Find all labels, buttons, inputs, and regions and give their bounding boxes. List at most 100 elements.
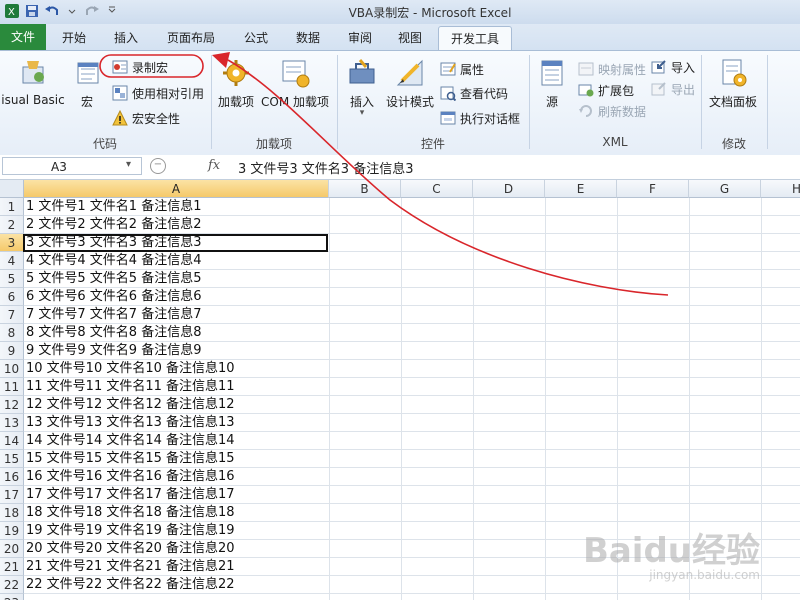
- cell-a[interactable]: 13 文件号13 文件名13 备注信息13: [24, 414, 329, 432]
- design-mode-button[interactable]: 设计模式: [384, 57, 436, 110]
- tab-home[interactable]: 开始: [52, 26, 96, 50]
- com-addins-button[interactable]: COM 加载项: [258, 57, 332, 110]
- row-header[interactable]: 3: [0, 234, 24, 252]
- tab-page-layout[interactable]: 页面布局: [160, 26, 222, 50]
- chevron-down-icon[interactable]: ▾: [126, 159, 131, 170]
- cell-a[interactable]: 18 文件号18 文件名18 备注信息18: [24, 504, 329, 522]
- column-header-c[interactable]: C: [401, 180, 473, 198]
- use-relative-references-button[interactable]: 使用相对引用: [112, 83, 204, 103]
- cell-a[interactable]: 8 文件号8 文件名8 备注信息8: [24, 324, 329, 342]
- name-box[interactable]: A3: [2, 157, 142, 175]
- column-header-h[interactable]: H: [761, 180, 800, 198]
- cell-a[interactable]: 2 文件号2 文件名2 备注信息2: [24, 216, 329, 234]
- row-header[interactable]: 16: [0, 468, 24, 486]
- import-button[interactable]: 导入: [651, 57, 695, 77]
- column-header-d[interactable]: D: [473, 180, 545, 198]
- cell-a[interactable]: 12 文件号12 文件名12 备注信息12: [24, 396, 329, 414]
- properties-button[interactable]: 属性: [440, 59, 484, 79]
- tab-data[interactable]: 数据: [286, 26, 330, 50]
- map-properties-label: 映射属性: [598, 62, 647, 77]
- cell-a[interactable]: 20 文件号20 文件名20 备注信息20: [24, 540, 329, 558]
- row-header[interactable]: 6: [0, 288, 24, 306]
- com-addins-label: COM 加载项: [261, 95, 329, 109]
- row-header[interactable]: 17: [0, 486, 24, 504]
- row-header[interactable]: 10: [0, 360, 24, 378]
- cell-a[interactable]: 15 文件号15 文件名15 备注信息15: [24, 450, 329, 468]
- tab-formulas[interactable]: 公式: [234, 26, 278, 50]
- tab-insert[interactable]: 插入: [104, 26, 148, 50]
- column-header-e[interactable]: E: [545, 180, 617, 198]
- cell-a[interactable]: 19 文件号19 文件名19 备注信息19: [24, 522, 329, 540]
- row-header[interactable]: 15: [0, 450, 24, 468]
- macro-security-button[interactable]: 宏安全性: [112, 108, 180, 128]
- row-header[interactable]: 21: [0, 558, 24, 576]
- row-header[interactable]: 12: [0, 396, 24, 414]
- row-header[interactable]: 8: [0, 324, 24, 342]
- tab-file[interactable]: 文件: [0, 24, 46, 50]
- column-header-f[interactable]: F: [617, 180, 689, 198]
- refresh-data-button[interactable]: 刷新数据: [578, 101, 646, 121]
- group-label-modify: 修改: [721, 137, 746, 151]
- row-header[interactable]: 22: [0, 576, 24, 594]
- visual-basic-icon: [17, 57, 49, 89]
- addins-button[interactable]: 加载项: [214, 57, 258, 110]
- insert-function-expand-icon[interactable]: −: [150, 158, 166, 174]
- expansion-packs-button[interactable]: 扩展包: [578, 80, 634, 100]
- title-bar: X VBA录制宏 - Microsoft Excel: [0, 0, 800, 25]
- row-header[interactable]: 23: [0, 594, 24, 600]
- run-dialog-button[interactable]: 执行对话框: [440, 108, 520, 128]
- cell-a[interactable]: 9 文件号9 文件名9 备注信息9: [24, 342, 329, 360]
- insert-function-button[interactable]: fx: [208, 158, 220, 173]
- properties-icon: [440, 61, 456, 77]
- group-separator: [767, 55, 768, 149]
- row-header[interactable]: 18: [0, 504, 24, 522]
- use-relative-references-label: 使用相对引用: [132, 86, 205, 101]
- formula-input[interactable]: 3 文件号3 文件名3 备注信息3: [238, 158, 413, 177]
- column-header-g[interactable]: G: [689, 180, 761, 198]
- row-header[interactable]: 7: [0, 306, 24, 324]
- column-header-b[interactable]: B: [329, 180, 401, 198]
- cell-a[interactable]: 11 文件号11 文件名11 备注信息11: [24, 378, 329, 396]
- cell-a[interactable]: 14 文件号14 文件名14 备注信息14: [24, 432, 329, 450]
- column-header-a[interactable]: A: [24, 180, 329, 198]
- document-panel-button[interactable]: 文档面板: [704, 57, 762, 110]
- cell-a[interactable]: 17 文件号17 文件名17 备注信息17: [24, 486, 329, 504]
- view-code-label: 查看代码: [460, 86, 509, 101]
- cell-a[interactable]: 7 文件号7 文件名7 备注信息7: [24, 306, 329, 324]
- active-cell-selection[interactable]: [23, 234, 328, 252]
- run-dialog-icon: [440, 110, 456, 126]
- tab-developer[interactable]: 开发工具: [438, 26, 512, 51]
- row-header[interactable]: 5: [0, 270, 24, 288]
- cell-a[interactable]: 1 文件号1 文件名1 备注信息1: [24, 198, 329, 216]
- cell-a[interactable]: [24, 594, 329, 600]
- cell-a[interactable]: 6 文件号6 文件名6 备注信息6: [24, 288, 329, 306]
- import-icon: [651, 59, 667, 75]
- select-all-corner[interactable]: [0, 180, 24, 198]
- row-header[interactable]: 2: [0, 216, 24, 234]
- tab-review[interactable]: 审阅: [338, 26, 382, 50]
- tab-view[interactable]: 视图: [388, 26, 432, 50]
- cell-a[interactable]: 4 文件号4 文件名4 备注信息4: [24, 252, 329, 270]
- export-button[interactable]: 导出: [651, 79, 695, 99]
- row-header[interactable]: 9: [0, 342, 24, 360]
- visual-basic-button[interactable]: isual Basic: [0, 57, 66, 107]
- map-properties-button[interactable]: 映射属性: [578, 59, 646, 79]
- row-header[interactable]: 4: [0, 252, 24, 270]
- cell-a[interactable]: 21 文件号21 文件名21 备注信息21: [24, 558, 329, 576]
- xml-source-button[interactable]: 源: [534, 57, 570, 110]
- view-code-button[interactable]: 查看代码: [440, 83, 508, 103]
- group-label-xml: XML: [602, 135, 628, 149]
- row-header[interactable]: 20: [0, 540, 24, 558]
- cell-a[interactable]: 5 文件号5 文件名5 备注信息5: [24, 270, 329, 288]
- row-header[interactable]: 1: [0, 198, 24, 216]
- row-header[interactable]: 19: [0, 522, 24, 540]
- document-panel-label: 文档面板: [708, 95, 757, 109]
- cell-a[interactable]: 16 文件号16 文件名16 备注信息16: [24, 468, 329, 486]
- row-header[interactable]: 13: [0, 414, 24, 432]
- insert-control-button[interactable]: 插入 ▾: [340, 57, 384, 118]
- row-header[interactable]: 14: [0, 432, 24, 450]
- cell-a[interactable]: 10 文件号10 文件名10 备注信息10: [24, 360, 329, 378]
- worksheet-grid: A B C D E F G H 11 文件号1 文件名1 备注信息1 2 2 文件号…: [0, 180, 800, 600]
- row-header[interactable]: 11: [0, 378, 24, 396]
- cell-a[interactable]: 22 文件号22 文件名22 备注信息22: [24, 576, 329, 594]
